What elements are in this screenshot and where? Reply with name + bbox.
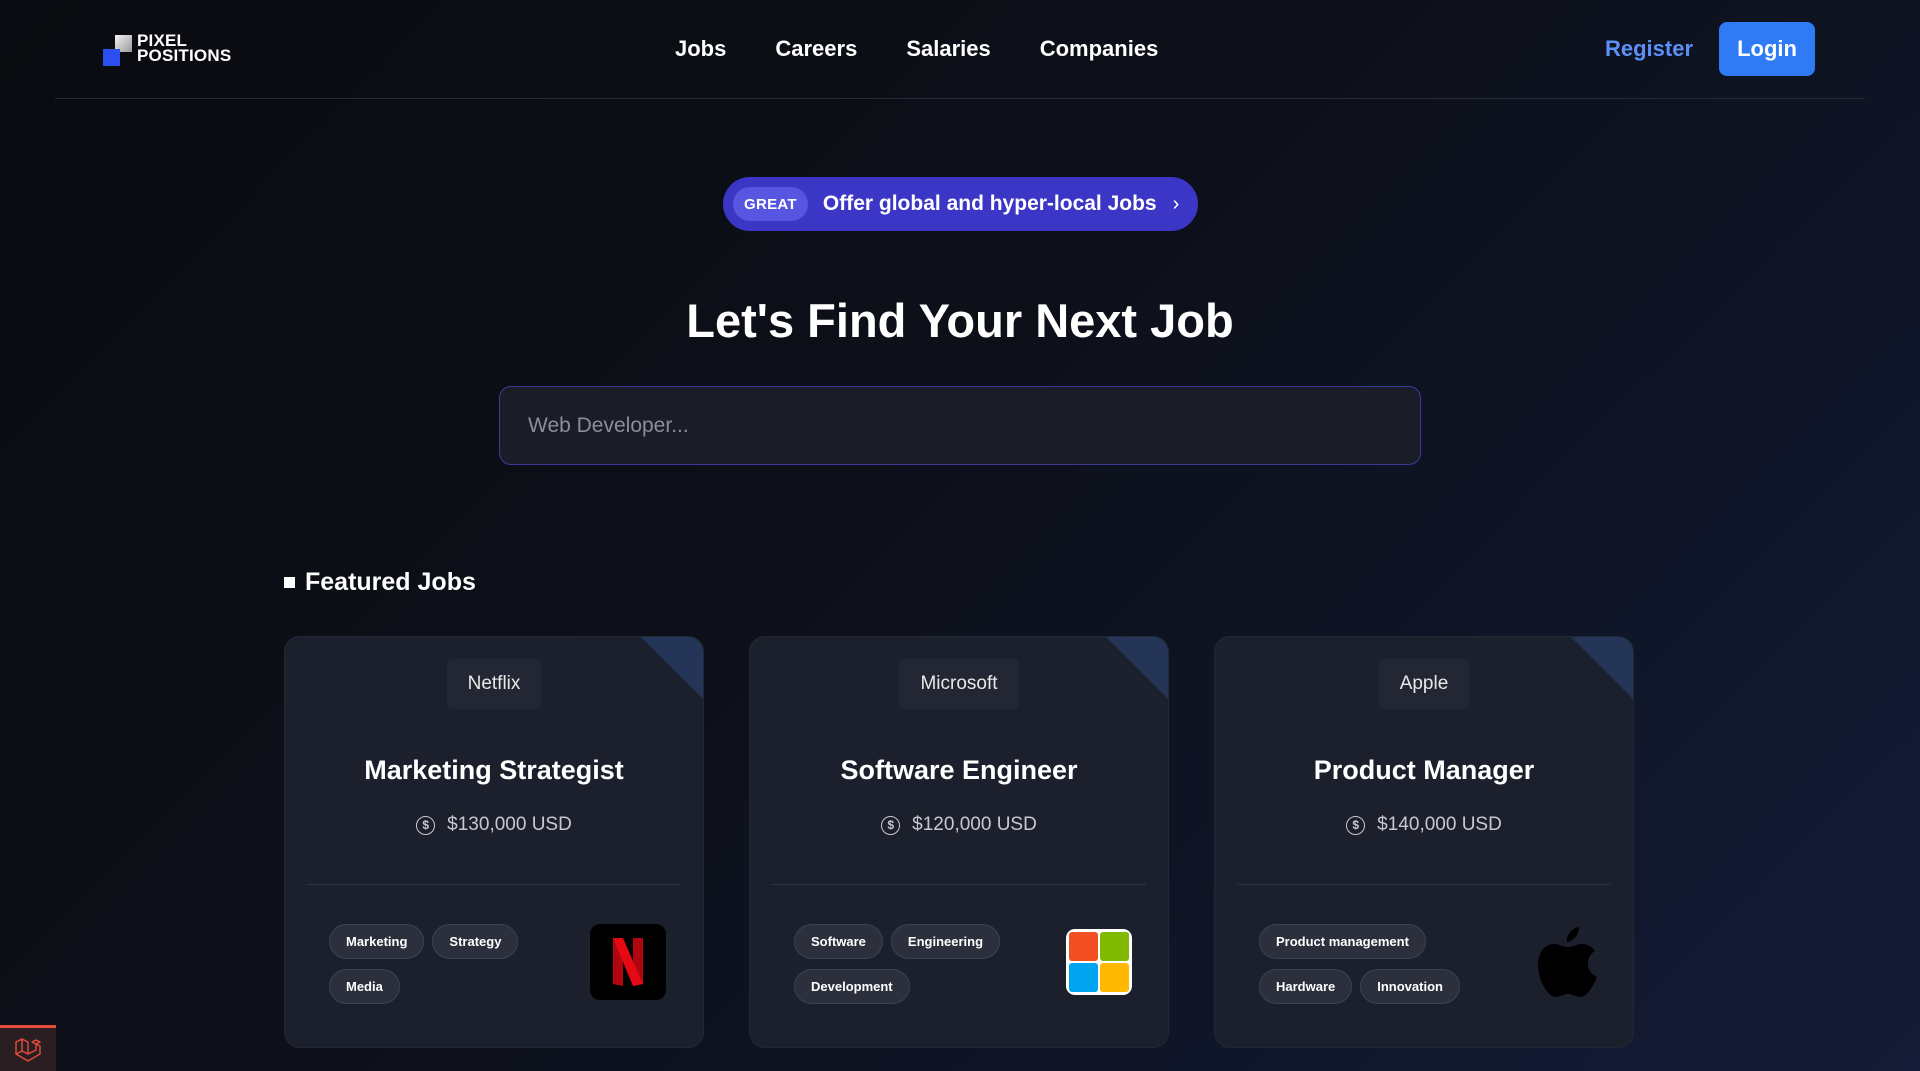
nav-link-salaries[interactable]: Salaries [906,36,990,62]
featured-jobs-heading: Featured Jobs [284,568,476,597]
announcement-pill[interactable]: GREAT Offer global and hyper-local Jobs … [723,177,1198,231]
register-link[interactable]: Register [1605,36,1693,62]
laravel-logo-icon [15,1037,41,1062]
brand-line2: POSITIONS [137,46,232,65]
job-tags: Product management Hardware Innovation [1259,924,1499,1004]
job-salary: $ $120,000 USD [750,814,1168,836]
nav-link-companies[interactable]: Companies [1040,36,1159,62]
dollar-circle-icon: $ [881,815,901,835]
tag-chip[interactable]: Innovation [1360,969,1460,1004]
pixel-positions-logo-icon [103,35,135,67]
salary-text: $140,000 USD [1377,814,1502,835]
card-corner-decoration [641,637,703,699]
job-tags: Marketing Strategy Media [329,924,549,1004]
company-name-chip[interactable]: Microsoft [899,659,1019,709]
company-name-chip[interactable]: Apple [1378,659,1470,709]
nav-link-jobs[interactable]: Jobs [675,36,726,62]
apple-logo-icon [1537,925,1599,1004]
job-title[interactable]: Product Manager [1215,755,1633,786]
job-salary: $ $130,000 USD [285,814,703,836]
tag-chip[interactable]: Strategy [432,924,519,959]
debug-toolbar-toggle[interactable] [0,1025,56,1071]
tag-chip[interactable]: Product management [1259,924,1426,959]
dollar-circle-icon: $ [1346,815,1366,835]
top-navbar: PIXEL POSITIONS Jobs Careers Salaries Co… [55,0,1865,99]
main-nav: Jobs Careers Salaries Companies [675,36,1158,62]
tag-chip[interactable]: Development [794,969,910,1004]
card-divider [307,884,681,885]
job-salary: $ $140,000 USD [1215,814,1633,836]
card-divider [1237,884,1611,885]
job-card-microsoft[interactable]: Microsoft Software Engineer $ $120,000 U… [749,636,1169,1048]
card-divider [772,884,1146,885]
company-name-chip[interactable]: Netflix [446,659,542,709]
announcement-badge: GREAT [733,187,808,221]
tag-chip[interactable]: Marketing [329,924,425,959]
job-card-netflix[interactable]: Netflix Marketing Strategist $ $130,000 … [284,636,704,1048]
login-button[interactable]: Login [1719,22,1815,76]
featured-jobs-title: Featured Jobs [305,568,476,596]
nav-link-careers[interactable]: Careers [775,36,857,62]
dollar-circle-icon: $ [416,815,436,835]
tag-chip[interactable]: Engineering [890,924,1001,959]
page-title: Let's Find Your Next Job [686,294,1234,347]
tag-chip[interactable]: Media [329,969,400,1004]
salary-text: $120,000 USD [912,814,1037,835]
card-corner-decoration [1571,637,1633,699]
announcement-text: Offer global and hyper-local Jobs [822,192,1157,215]
job-title[interactable]: Marketing Strategist [285,755,703,786]
job-card-apple[interactable]: Apple Product Manager $ $140,000 USD Pro… [1214,636,1634,1048]
job-search-input[interactable] [499,386,1421,465]
square-bullet-icon [284,577,295,588]
brand-wordmark: PIXEL POSITIONS [137,32,232,65]
salary-text: $130,000 USD [447,814,572,835]
brand-logo[interactable]: PIXEL POSITIONS [103,32,232,67]
tag-chip[interactable]: Hardware [1259,969,1353,1004]
job-title[interactable]: Software Engineer [750,755,1168,786]
chevron-right-icon: › [1172,192,1180,215]
tag-chip[interactable]: Software [794,924,883,959]
job-tags: Software Engineering Development [794,924,1014,1004]
netflix-logo-icon [590,924,666,1005]
microsoft-logo-icon [1066,929,1132,1000]
card-corner-decoration [1106,637,1168,699]
